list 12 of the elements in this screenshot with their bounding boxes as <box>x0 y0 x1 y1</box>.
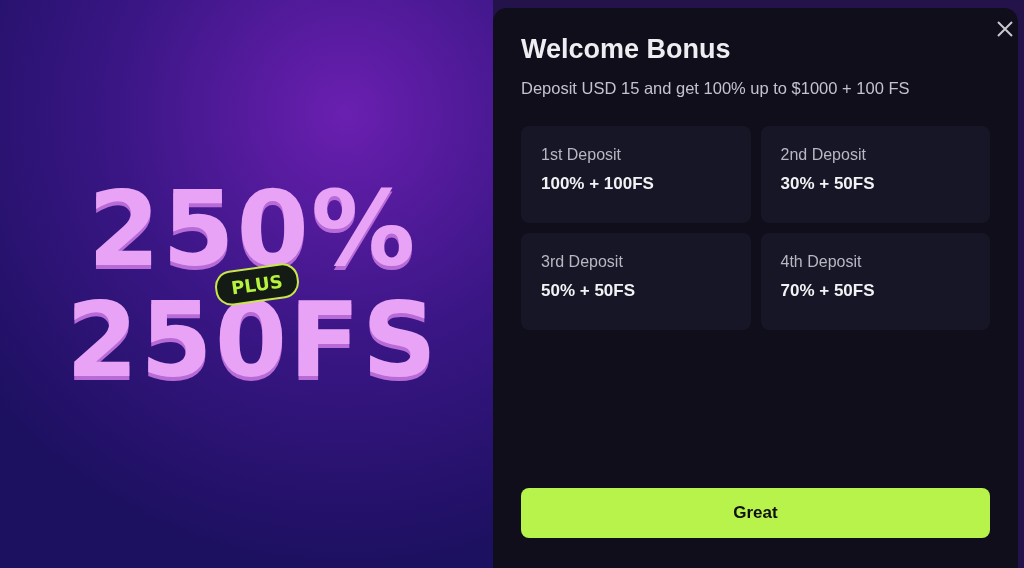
deposit-value: 30% + 50FS <box>780 174 876 194</box>
dialog-title: Welcome Bonus <box>521 34 732 65</box>
deposit-value: 50% + 50FS <box>541 281 637 301</box>
close-icon <box>996 20 1014 38</box>
deposit-value: 70% + 50FS <box>780 281 876 301</box>
deposit-label: 1st Deposit <box>541 146 623 164</box>
deposit-label: 4th Deposit <box>780 253 863 271</box>
deposit-value: 100% + 100FS <box>541 174 655 194</box>
great-button[interactable]: Great <box>521 488 990 538</box>
dialog-subtitle: Deposit USD 15 and get 100% up to $1000 + 100 FS <box>521 79 911 98</box>
deposit-label: 2nd Deposit <box>780 146 867 164</box>
deposit-label: 3rd Deposit <box>541 253 624 271</box>
